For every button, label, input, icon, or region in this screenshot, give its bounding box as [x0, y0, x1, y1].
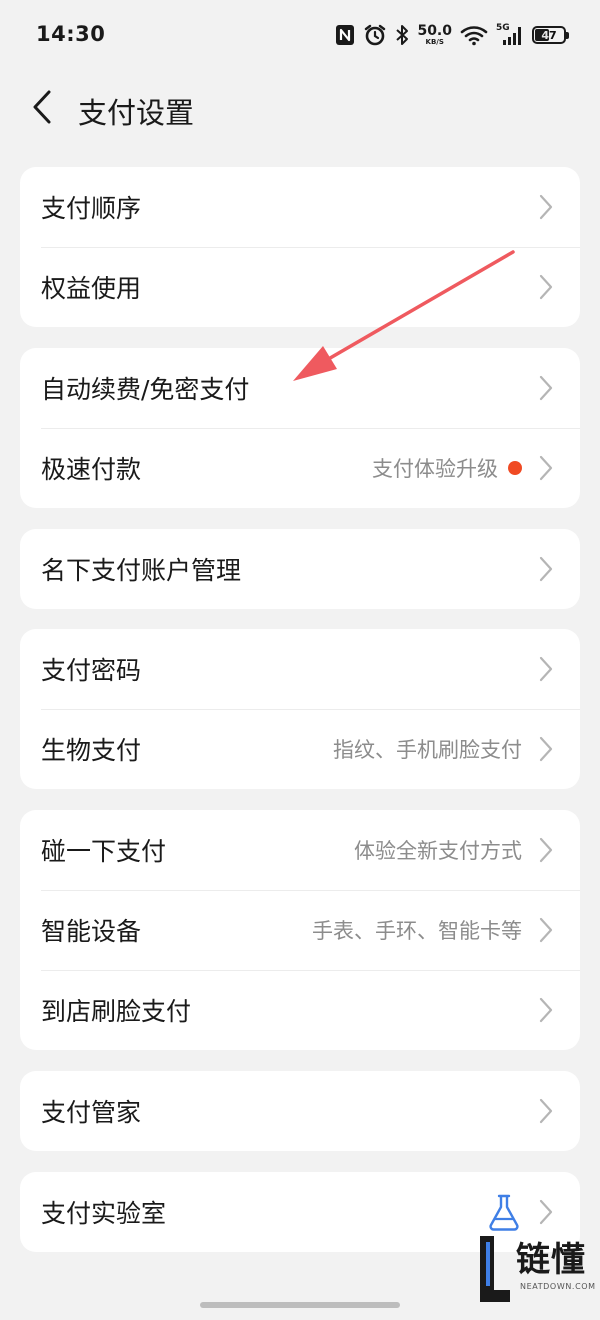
nfc-icon — [335, 24, 355, 46]
setting-label: 生物支付 — [41, 736, 142, 765]
setting-subtitle: 手表、手环、智能卡等 — [312, 919, 522, 943]
chevron-right-icon — [539, 1098, 553, 1124]
chevron-right-icon — [539, 917, 553, 943]
setting-row-fast-pay[interactable]: 极速付款 支付体验升级 — [20, 428, 580, 508]
wifi-icon — [460, 24, 488, 46]
settings-card-5: 碰一下支付 体验全新支付方式 智能设备 手表、手环、智能卡等 到店刷脸支付 — [20, 810, 580, 1050]
setting-subtitle: 支付体验升级 — [372, 457, 498, 481]
status-icons: 50.0 KB/S 5G 47 — [335, 18, 569, 52]
setting-label: 到店刷脸支付 — [41, 997, 192, 1026]
setting-row-payment-password[interactable]: 支付密码 — [20, 629, 580, 709]
settings-card-4: 支付密码 生物支付 指纹、手机刷脸支付 — [20, 629, 580, 789]
setting-subtitle: 指纹、手机刷脸支付 — [333, 738, 522, 762]
network-speed: 50.0 KB/S — [417, 23, 452, 46]
chevron-right-icon — [539, 837, 553, 863]
watermark-logo: 链懂 NEATDOWN.COM — [476, 1232, 596, 1306]
page-header: 支付设置 — [0, 70, 600, 148]
settings-card-1: 支付顺序 权益使用 — [20, 167, 580, 327]
setting-label: 智能设备 — [41, 917, 142, 946]
status-time: 14:30 — [36, 22, 106, 46]
setting-label: 支付顺序 — [41, 194, 142, 223]
chevron-right-icon — [539, 556, 553, 582]
setting-row-payment-butler[interactable]: 支付管家 — [20, 1071, 580, 1151]
chevron-right-icon — [539, 1199, 553, 1225]
bluetooth-icon — [395, 24, 409, 46]
setting-row-in-store-face-pay[interactable]: 到店刷脸支付 — [20, 970, 580, 1050]
settings-card-3: 名下支付账户管理 — [20, 529, 580, 609]
chevron-right-icon — [539, 375, 553, 401]
chevron-right-icon — [539, 736, 553, 762]
setting-label: 自动续费/免密支付 — [41, 375, 250, 404]
watermark-subtext: NEATDOWN.COM — [520, 1282, 596, 1291]
chevron-right-icon — [539, 455, 553, 481]
back-button[interactable] — [22, 84, 62, 130]
setting-label: 支付实验室 — [41, 1199, 167, 1228]
settings-card-6: 支付管家 — [20, 1071, 580, 1151]
setting-row-tap-pay[interactable]: 碰一下支付 体验全新支付方式 — [20, 810, 580, 890]
setting-row-account-management[interactable]: 名下支付账户管理 — [20, 529, 580, 609]
status-bar: 14:30 50.0 KB/S 5G 47 — [0, 0, 600, 70]
chevron-right-icon — [539, 656, 553, 682]
setting-label: 权益使用 — [41, 274, 142, 303]
setting-row-smart-devices[interactable]: 智能设备 手表、手环、智能卡等 — [20, 890, 580, 970]
page-title: 支付设置 — [78, 96, 195, 130]
logo-mark-icon — [480, 1236, 510, 1302]
setting-row-benefits[interactable]: 权益使用 — [20, 247, 580, 327]
setting-row-payment-order[interactable]: 支付顺序 — [20, 167, 580, 247]
signal-icon: 5G — [496, 23, 524, 47]
home-indicator[interactable] — [200, 1302, 400, 1308]
alarm-icon — [363, 23, 387, 47]
payment-settings-screen: 14:30 50.0 KB/S 5G 47 支付设置 支付顺序 权益使用 自动续… — [0, 0, 600, 1320]
setting-label: 极速付款 — [41, 455, 142, 484]
flask-icon — [489, 1194, 519, 1231]
setting-row-biometric-pay[interactable]: 生物支付 指纹、手机刷脸支付 — [20, 709, 580, 789]
setting-label: 碰一下支付 — [41, 837, 167, 866]
chevron-left-icon — [33, 90, 51, 124]
chevron-right-icon — [539, 194, 553, 220]
chevron-right-icon — [539, 997, 553, 1023]
setting-row-auto-renew[interactable]: 自动续费/免密支付 — [20, 348, 580, 428]
battery-icon: 47 — [532, 26, 569, 44]
setting-label: 支付密码 — [41, 656, 142, 685]
setting-label: 名下支付账户管理 — [41, 556, 242, 585]
settings-card-2: 自动续费/免密支付 极速付款 支付体验升级 — [20, 348, 580, 508]
watermark-text: 链懂 — [516, 1240, 586, 1280]
setting-label: 支付管家 — [41, 1098, 142, 1127]
red-dot-badge — [508, 461, 522, 475]
chevron-right-icon — [539, 274, 553, 300]
setting-subtitle: 体验全新支付方式 — [354, 839, 522, 863]
